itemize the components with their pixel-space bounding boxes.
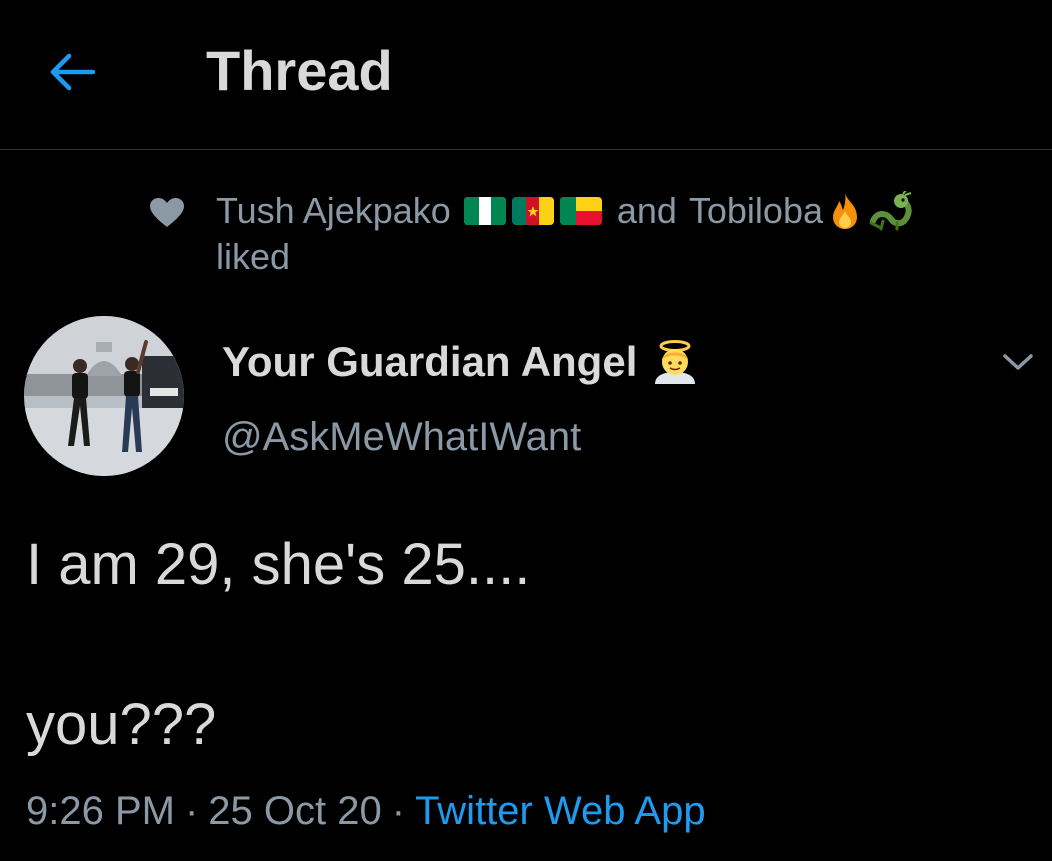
fire-icon	[833, 193, 857, 229]
social-context: Tush Ajekpako and Tobiloba liked	[150, 188, 1030, 288]
tweet-text-line-1: I am 29, she's 25....	[26, 532, 531, 597]
back-button[interactable]	[44, 44, 100, 100]
avatar-photo	[24, 316, 184, 476]
flag-cameroon-icon	[511, 197, 554, 225]
meta-separator: ·	[184, 789, 199, 833]
avatar[interactable]	[24, 316, 184, 476]
page-title: Thread	[206, 39, 393, 102]
flag-nigeria-icon	[463, 197, 506, 225]
tweet-text-line-2: you???	[26, 692, 217, 757]
author-handle[interactable]: @AskMeWhatIWant	[222, 412, 581, 462]
tweet-options-button[interactable]	[998, 342, 1038, 382]
tweet-text: I am 29, she's 25.... you???	[26, 532, 1026, 758]
liker-1-link[interactable]: Tush Ajekpako	[216, 188, 451, 234]
tweet-date[interactable]: 25 Oct 20	[208, 789, 381, 833]
arrow-left-icon	[50, 53, 96, 91]
dragon-icon	[869, 191, 912, 231]
author-name[interactable]: Your Guardian Angel	[222, 336, 699, 388]
tweet-meta: 9:26 PM · 25 Oct 20 · Twitter Web App	[26, 786, 706, 836]
meta-separator: ·	[391, 789, 406, 833]
connector-text: and	[616, 190, 677, 231]
social-context-line: Tush Ajekpako and Tobiloba	[216, 188, 919, 234]
thread-header: Thread	[0, 0, 1052, 150]
angel-emoji-icon	[655, 340, 696, 384]
tweet-source-link[interactable]: Twitter Web App	[415, 789, 706, 833]
tweet-time[interactable]: 9:26 PM	[26, 789, 175, 833]
heart-icon	[150, 198, 184, 227]
social-context-action: liked	[216, 236, 291, 277]
chevron-down-icon	[1003, 354, 1033, 370]
flag-benin-icon	[559, 197, 602, 225]
liker-2-link[interactable]: Tobiloba	[689, 188, 823, 234]
